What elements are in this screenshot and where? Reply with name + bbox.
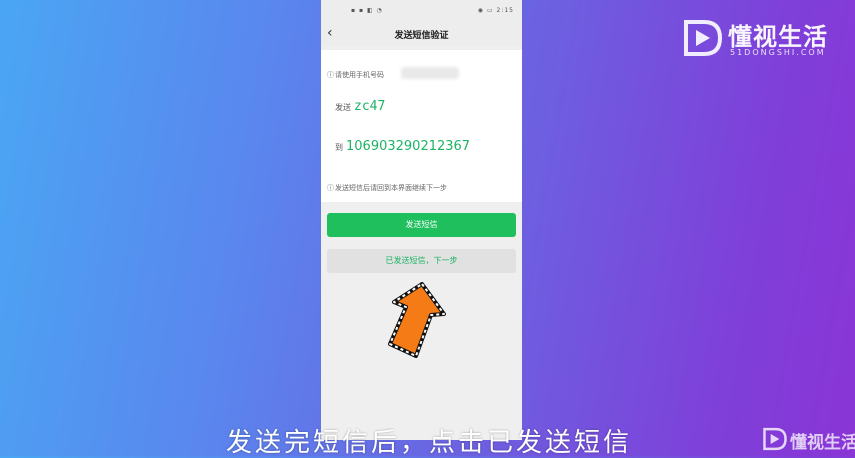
hint-use-phone-text: 请使用手机号码 <box>335 71 384 79</box>
watermark-logo-small: 懂视生活 <box>762 424 855 454</box>
hint-return-text: 发送短信后请回到本界面继续下一步 <box>335 184 447 192</box>
video-caption: 发送完短信后，点击已发送短信 <box>226 428 633 458</box>
play-logo-icon <box>684 20 723 56</box>
page-title: 发送短信验证 <box>394 31 449 41</box>
info-icon: ⓘ <box>327 184 334 192</box>
blurred-phone-number <box>401 67 459 79</box>
play-logo-icon <box>763 427 787 451</box>
sms-target-number: 106903290212367 <box>346 139 471 154</box>
arrow-up-icon <box>388 282 446 358</box>
nav-bar: ‹ 发送短信验证 <box>321 22 522 46</box>
hint-use-phone: ⓘ请使用手机号码 <box>327 70 384 80</box>
sms-code: zc47 <box>354 99 386 114</box>
status-icons-left: ▪ ▪ ◧ ◔ <box>351 7 383 14</box>
to-label: 到 <box>335 143 343 152</box>
watermark-name-small: 懂视生活 <box>790 433 855 453</box>
watermark-domain: 51DONGSHI.COM <box>730 48 826 57</box>
status-bar: ▪ ▪ ◧ ◔ ◉ ▭ 2:15 <box>321 0 522 22</box>
sms-instructions-card: ⓘ请使用手机号码 发送 zc47 到 106903290212367 ⓘ发送短信后请… <box>321 50 522 202</box>
send-sms-button[interactable]: 发送短信 <box>327 213 516 237</box>
watermark-logo: 懂视生活 51DONGSHI.COM <box>682 16 842 62</box>
send-content-row: 发送 zc47 <box>335 95 385 114</box>
status-icons-right: ◉ ▭ 2:15 <box>477 7 514 14</box>
watermark-name: 懂视生活 <box>728 23 828 51</box>
info-icon: ⓘ <box>327 71 334 79</box>
send-to-row: 到 106903290212367 <box>335 135 470 154</box>
sent-next-button[interactable]: 已发送短信，下一步 <box>327 249 516 273</box>
send-label: 发送 <box>335 103 351 112</box>
phone-screen: ▪ ▪ ◧ ◔ ◉ ▭ 2:15 ‹ 发送短信验证 ⓘ请使用手机号码 发送 zc4… <box>321 0 522 440</box>
hint-return: ⓘ发送短信后请回到本界面继续下一步 <box>327 183 447 193</box>
